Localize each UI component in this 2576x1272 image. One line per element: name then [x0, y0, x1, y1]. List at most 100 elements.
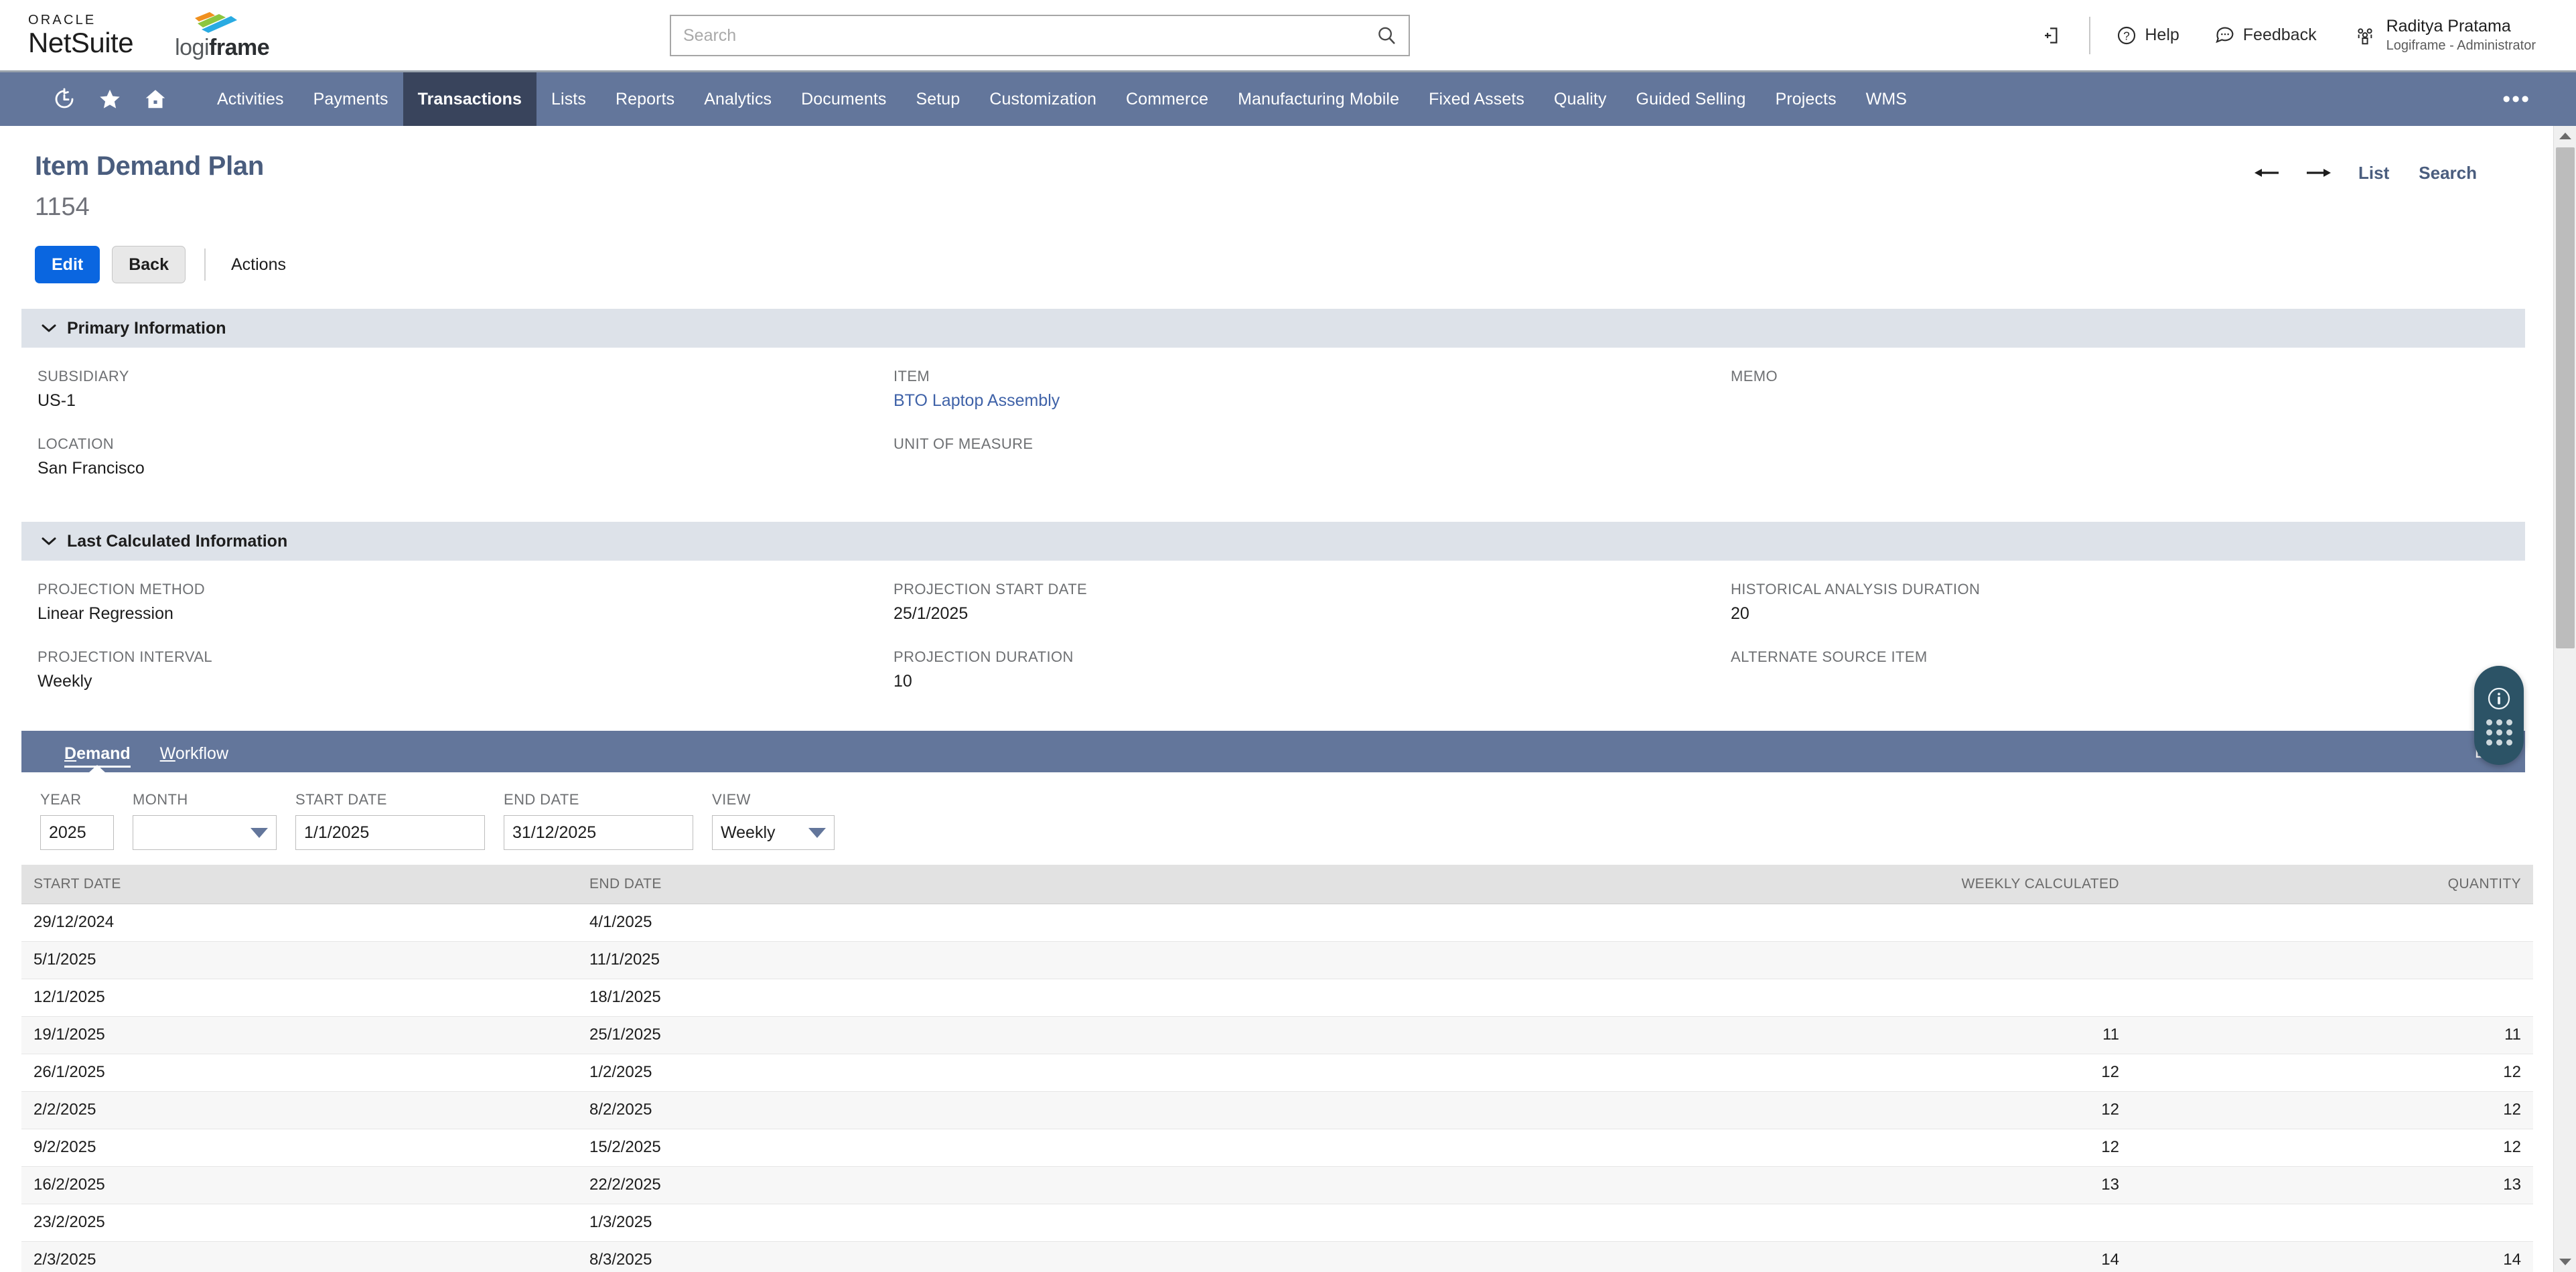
nav-item-manufacturing-mobile[interactable]: Manufacturing Mobile: [1223, 72, 1414, 126]
last-calculated-information-title: Last Calculated Information: [67, 532, 287, 551]
nav-item-setup[interactable]: Setup: [901, 72, 975, 126]
back-button[interactable]: Back: [112, 246, 186, 283]
comment-dots-icon[interactable]: [2214, 25, 2236, 46]
search-input[interactable]: [683, 26, 1376, 46]
global-search[interactable]: [670, 15, 1410, 56]
nav-item-reports[interactable]: Reports: [601, 72, 689, 126]
field-location: LOCATION San Francisco: [38, 435, 893, 488]
nav-item-activities[interactable]: Activities: [202, 72, 299, 126]
table-row[interactable]: 12/1/202518/1/2025: [21, 979, 2533, 1016]
table-row[interactable]: 23/2/20251/3/2025: [21, 1204, 2533, 1241]
nav-item-fixed-assets[interactable]: Fixed Assets: [1414, 72, 1539, 126]
demand-table: START DATE END DATE WEEKLY CALCULATED QU…: [21, 865, 2533, 1272]
table-row[interactable]: 9/2/202515/2/20251212: [21, 1129, 2533, 1166]
tab-demand-accel: D: [64, 744, 76, 763]
page-scrollbar[interactable]: [2553, 126, 2576, 1272]
history-button[interactable]: [42, 72, 87, 126]
nav-overflow-button[interactable]: •••: [2489, 72, 2544, 126]
cell-weekly-calculated: [1716, 904, 2131, 941]
edit-button[interactable]: Edit: [35, 246, 100, 283]
view-select[interactable]: Weekly: [712, 815, 835, 850]
primary-information-header[interactable]: Primary Information: [21, 309, 2525, 348]
actions-menu-button[interactable]: Actions: [224, 255, 293, 275]
scroll-up-button[interactable]: [2554, 126, 2576, 146]
cell-weekly-calculated: [1716, 979, 2131, 1016]
oracle-netsuite-logo[interactable]: ORACLE NetSuite: [28, 13, 133, 57]
scroll-down-button[interactable]: [2554, 1252, 2576, 1272]
last-calculated-information-header[interactable]: Last Calculated Information: [21, 522, 2525, 561]
history-icon[interactable]: [52, 87, 76, 111]
search-icon[interactable]: [1376, 25, 1397, 46]
month-select[interactable]: [133, 815, 277, 850]
feedback-button[interactable]: Feedback: [2197, 25, 2334, 46]
grid-dot: [2486, 739, 2492, 746]
demand-table-head: START DATE END DATE WEEKLY CALCULATED QU…: [21, 865, 2533, 904]
nav-item-commerce[interactable]: Commerce: [1111, 72, 1223, 126]
app-grid-icon[interactable]: [2486, 719, 2512, 746]
home-button[interactable]: [133, 72, 178, 126]
help-assistant-widget[interactable]: [2474, 666, 2524, 765]
scrollbar-thumb[interactable]: [2556, 147, 2575, 648]
cell-start-date: 19/1/2025: [21, 1016, 577, 1054]
item-link[interactable]: BTO Laptop Assembly: [893, 391, 1060, 410]
table-row[interactable]: 2/2/20258/2/20251212: [21, 1091, 2533, 1129]
help-label: Help: [2145, 25, 2179, 45]
table-row[interactable]: 29/12/20244/1/2025: [21, 904, 2533, 941]
nav-item-payments[interactable]: Payments: [299, 72, 403, 126]
tab-workflow[interactable]: Workflow: [145, 744, 243, 772]
table-row[interactable]: 5/1/202511/1/2025: [21, 941, 2533, 979]
field-label: PROJECTION DURATION: [893, 648, 1731, 666]
nav-item-wms[interactable]: WMS: [1851, 72, 1922, 126]
favorites-star-icon[interactable]: [98, 87, 122, 111]
favorites-button[interactable]: [87, 72, 133, 126]
end-date-input[interactable]: 31/12/2025: [504, 815, 693, 850]
info-circle-icon[interactable]: [2486, 686, 2512, 711]
share-record-button[interactable]: [2025, 25, 2081, 46]
cell-end-date: 11/1/2025: [577, 941, 1716, 979]
start-date-input[interactable]: 1/1/2025: [295, 815, 485, 850]
table-row[interactable]: 2/3/20258/3/20251414: [21, 1241, 2533, 1272]
share-record-icon[interactable]: [2042, 25, 2064, 46]
field-spacer: [1731, 435, 2538, 488]
year-input[interactable]: 2025: [40, 815, 114, 850]
nav-item-transactions[interactable]: Transactions: [403, 72, 536, 126]
home-icon[interactable]: [143, 87, 167, 111]
table-row[interactable]: 19/1/202525/1/20251111: [21, 1016, 2533, 1054]
tab-demand[interactable]: Demand: [50, 744, 145, 772]
previous-record-button[interactable]: [2242, 158, 2293, 188]
user-menu[interactable]: Raditya Pratama Logiframe - Administrato…: [2334, 16, 2536, 54]
arrow-left-icon[interactable]: [2253, 164, 2281, 182]
col-start-date[interactable]: START DATE: [21, 865, 577, 904]
cell-weekly-calculated: [1716, 941, 2131, 979]
chevron-down-icon: [808, 828, 826, 838]
nav-item-guided-selling[interactable]: Guided Selling: [1622, 72, 1761, 126]
users-group-icon[interactable]: [2354, 25, 2376, 46]
table-row[interactable]: 16/2/202522/2/20251313: [21, 1166, 2533, 1204]
cell-quantity: [2131, 1204, 2533, 1241]
list-link[interactable]: List: [2344, 163, 2404, 184]
nav-item-quality[interactable]: Quality: [1539, 72, 1622, 126]
nav-item-lists[interactable]: Lists: [536, 72, 601, 126]
table-row[interactable]: 26/1/20251/2/20251212: [21, 1054, 2533, 1091]
netsuite-wordmark: NetSuite: [28, 29, 133, 57]
field-label: ALTERNATE SOURCE ITEM: [1731, 648, 2538, 666]
field-label: SUBSIDIARY: [38, 368, 893, 385]
main-navigation-bar: Activities Payments Transactions Lists R…: [0, 72, 2576, 126]
search-link[interactable]: Search: [2404, 163, 2492, 184]
col-weekly-calculated[interactable]: WEEKLY CALCULATED: [1716, 865, 2131, 904]
help-button[interactable]: ? Help: [2098, 25, 2196, 46]
nav-item-documents[interactable]: Documents: [786, 72, 901, 126]
nav-icon-group: [0, 72, 178, 126]
tab-demand-label: emand: [76, 744, 131, 763]
arrow-right-icon[interactable]: [2304, 164, 2332, 182]
col-quantity[interactable]: QUANTITY: [2131, 865, 2533, 904]
question-circle-icon[interactable]: ?: [2116, 25, 2137, 46]
search-box[interactable]: [670, 15, 1410, 56]
col-end-date[interactable]: END DATE: [577, 865, 1716, 904]
user-role: Logiframe - Administrator: [2386, 38, 2536, 54]
nav-item-customization[interactable]: Customization: [975, 72, 1111, 126]
nav-item-projects[interactable]: Projects: [1761, 72, 1851, 126]
next-record-button[interactable]: [2293, 158, 2344, 188]
cell-end-date: 25/1/2025: [577, 1016, 1716, 1054]
nav-item-analytics[interactable]: Analytics: [689, 72, 786, 126]
